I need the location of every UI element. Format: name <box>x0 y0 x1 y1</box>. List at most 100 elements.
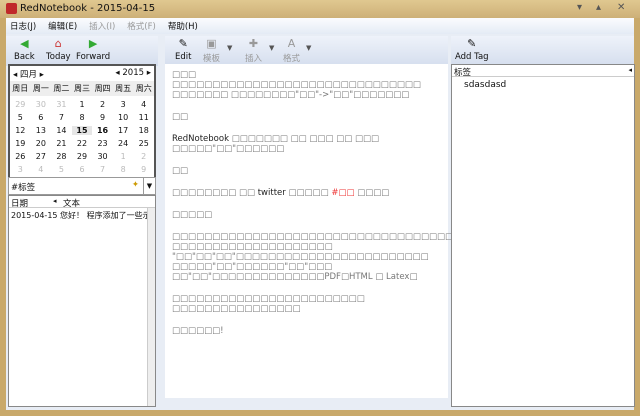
nav-toolbar: ◀ Back ⌂ Today ▶ Forward <box>6 36 158 66</box>
tag-item[interactable]: sdasdasd <box>452 77 634 93</box>
weekday-header: 周六 <box>133 81 154 96</box>
edit-button[interactable]: ✎ Edit <box>175 37 191 63</box>
edit-icon: ✎ <box>178 37 188 50</box>
search-input[interactable]: #标签 ✦ ▼ <box>8 177 156 195</box>
calendar-day[interactable]: 5 <box>10 113 31 122</box>
calendar-day[interactable]: 30 <box>31 100 52 109</box>
calendar-day[interactable]: 11 <box>133 113 154 122</box>
calendar-day[interactable]: 3 <box>113 100 134 109</box>
template-dropdown-icon[interactable]: ▼ <box>227 44 232 52</box>
calendar-day[interactable]: 5 <box>51 165 72 174</box>
year-selector[interactable]: ◂ 2015 ▸ <box>115 68 151 78</box>
calendar-day[interactable]: 31 <box>51 100 72 109</box>
calendar-day[interactable]: 28 <box>51 152 72 161</box>
month-label: 四月 <box>19 70 37 80</box>
search-dropdown-icon[interactable]: ▼ <box>143 178 155 194</box>
calendar-day[interactable]: 17 <box>113 126 134 135</box>
clipboard-icon: ▣ <box>206 37 217 50</box>
back-button[interactable]: ◀ Back <box>14 38 35 63</box>
calendar-day[interactable]: 2 <box>92 100 113 109</box>
insert-dropdown-icon[interactable]: ▼ <box>269 44 274 52</box>
calendar-day[interactable]: 9 <box>133 165 154 174</box>
calendar-day[interactable]: 18 <box>133 126 154 135</box>
today-label: Today <box>46 52 71 62</box>
month-selector[interactable]: ◂ 四月 ▸ <box>13 68 44 80</box>
add-tag-icon: ✎ <box>467 37 477 50</box>
calendar-day[interactable]: 25 <box>133 139 154 148</box>
column-text[interactable]: 文本 <box>63 197 80 209</box>
calendar-day[interactable]: 21 <box>51 139 72 148</box>
entry-text: 您好！ 程序添加了一些示例文: <box>60 211 147 220</box>
calendar-day[interactable]: 15 <box>71 126 93 135</box>
calendar-day[interactable]: 29 <box>10 100 31 109</box>
calendar-day[interactable]: 19 <box>10 139 31 148</box>
paragraph: □□□□□□□□□□□□□□□□□□□□□□□□□□□□□□□□□□□□□□□□… <box>172 232 518 282</box>
today-button[interactable]: ⌂ Today <box>46 38 71 63</box>
calendar-day[interactable]: 1 <box>72 100 93 109</box>
text: □□□□□□□□ □□ <box>172 188 258 198</box>
calendar-day[interactable]: 10 <box>113 113 134 122</box>
calendar-day[interactable]: 6 <box>31 113 52 122</box>
tags-header[interactable]: 标签 <box>454 66 471 78</box>
calendar-day[interactable]: 22 <box>72 139 93 148</box>
calendar-day[interactable]: 7 <box>92 165 113 174</box>
calendar-day[interactable]: 3 <box>10 165 31 174</box>
calendar-day[interactable]: 16 <box>92 126 113 135</box>
calendar-day[interactable]: 20 <box>31 139 52 148</box>
calendar-day[interactable]: 29 <box>72 152 93 161</box>
calendar: ◂ 四月 ▸ ◂ 2015 ▸ 周日 周一 周二 周三 周四 周五 周六 29 30 31 1 2 3 4… <box>8 64 156 190</box>
tags-panel: 标签 ◂ sdasdasd <box>451 64 635 407</box>
column-date[interactable]: 日期 <box>11 197 53 209</box>
calendar-day[interactable]: 6 <box>72 165 93 174</box>
insert-button[interactable]: ✚ 插入 <box>245 37 262 65</box>
plus-icon: ✚ <box>248 37 259 50</box>
title-bar: RedNotebook - 2015-04-15 ▾ ▴ ✕ <box>0 0 640 18</box>
paragraph: RedNotebook □□□□□□□ □□ □□□ □□ □□□ □□□□□"… <box>172 134 441 154</box>
format-label: 格式 <box>283 54 301 64</box>
clear-broom-icon[interactable]: ✦ <box>132 180 139 190</box>
maximize-button[interactable]: ▴ <box>596 2 601 13</box>
calendar-day[interactable]: 7 <box>51 113 72 122</box>
calendar-day[interactable]: 27 <box>31 152 52 161</box>
year-label: 2015 <box>122 68 145 78</box>
menu-help[interactable]: 帮助(H) <box>168 20 198 32</box>
template-button[interactable]: ▣ 模板 <box>203 37 220 65</box>
app-name-text: RedNotebook <box>172 134 229 144</box>
entries-list: 日期 ◂ 文本 2015-04-15 您好！ 程序添加了一些示例文: <box>8 195 156 407</box>
main-window: ◀ Back ⌂ Today ▶ Forward ✎ Edit ▣ 模板 ▼ ✚ 插入 ▼ … <box>6 34 635 410</box>
close-button[interactable]: ✕ <box>617 2 625 13</box>
calendar-day[interactable]: 23 <box>92 139 113 148</box>
menu-insert[interactable]: 插入(I) <box>89 20 115 32</box>
menu-format[interactable]: 格式(F) <box>127 20 156 32</box>
forward-button[interactable]: ▶ Forward <box>76 37 111 63</box>
calendar-day[interactable]: 26 <box>10 152 31 161</box>
calendar-day[interactable]: 14 <box>51 126 72 135</box>
calendar-day[interactable]: 4 <box>133 100 154 109</box>
calendar-day[interactable]: 12 <box>10 126 31 135</box>
list-scrollbar[interactable] <box>147 208 155 406</box>
list-item[interactable]: 2015-04-15 您好！ 程序添加了一些示例文: <box>9 208 147 223</box>
format-dropdown-icon[interactable]: ▼ <box>306 44 311 52</box>
hashtag-text: #□□ <box>331 188 355 198</box>
weekday-header: 周一 <box>30 81 52 96</box>
weekday-header: 周四 <box>92 81 113 96</box>
menu-journal[interactable]: 日志(J) <box>10 20 36 32</box>
calendar-day[interactable]: 4 <box>31 165 52 174</box>
calendar-day[interactable]: 2 <box>133 152 154 161</box>
calendar-day[interactable]: 1 <box>113 152 134 161</box>
forward-arrow-icon: ▶ <box>88 37 98 50</box>
calendar-day[interactable]: 9 <box>92 113 113 122</box>
calendar-day[interactable]: 8 <box>72 113 93 122</box>
menu-edit[interactable]: 编辑(E) <box>48 20 77 32</box>
format-button[interactable]: A 格式 <box>283 38 301 65</box>
calendar-day[interactable]: 24 <box>113 139 134 148</box>
forward-label: Forward <box>76 52 111 62</box>
calendar-day[interactable]: 13 <box>31 126 52 135</box>
sort-icon: ◂ <box>53 197 57 205</box>
minimize-button[interactable]: ▾ <box>577 2 582 13</box>
calendar-day[interactable]: 8 <box>113 165 134 174</box>
editor-text-area[interactable]: □□□ □□□□□□□□□□□□□□□□□□□□□□□□□□□□□□□ □□□□… <box>165 64 518 398</box>
paragraph: □□□□□□□□□□□□□□□□□□□□□□□□ □□□□□□□□□□□□□□□… <box>172 294 365 314</box>
calendar-day[interactable]: 30 <box>92 152 113 161</box>
add-tag-button[interactable]: ✎ Add Tag <box>455 37 489 63</box>
